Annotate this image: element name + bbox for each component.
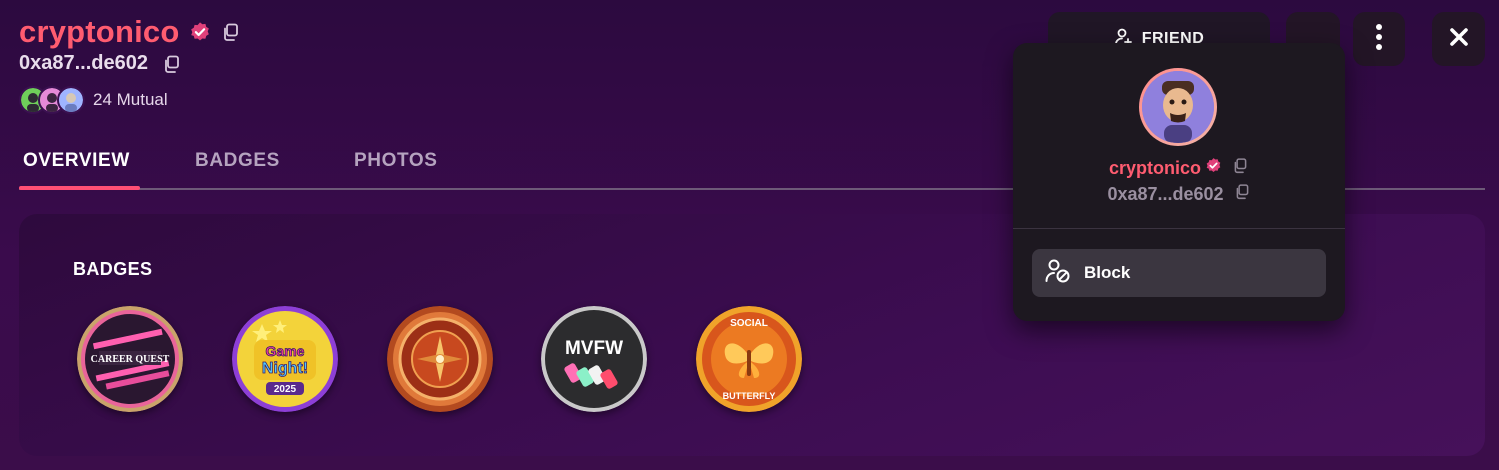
user-avatar-icon [1142, 71, 1214, 143]
mutual-avatar [57, 86, 85, 114]
mutual-friends[interactable]: 24 Mutual [19, 86, 168, 114]
popup-avatar [1139, 68, 1217, 146]
game-night-year: 2025 [274, 384, 297, 395]
block-user-label: Block [1084, 263, 1131, 282]
career-quest-badge-icon[interactable]: CAREER QUEST [77, 306, 183, 412]
tab-photos[interactable]: PHOTOS [354, 150, 438, 172]
profile-options-popup: cryptonico 0xa87...de602 Block [1013, 43, 1345, 321]
popup-divider [1013, 228, 1345, 229]
profile-username: cryptonico [19, 14, 180, 49]
block-user-icon [1044, 257, 1072, 290]
game-night-text-2: Night! [262, 360, 308, 377]
close-icon [1447, 25, 1471, 54]
mvfw-badge-icon[interactable]: MVFW [541, 306, 647, 412]
social-butterfly-badge-icon[interactable]: SOCIAL BUTTERFLY [696, 306, 802, 412]
profile-header: cryptonico [19, 14, 241, 50]
career-quest-text: CAREER QUEST [91, 354, 170, 365]
popup-address-row: 0xa87...de602 [1013, 183, 1345, 205]
verified-badge-icon [189, 21, 211, 43]
active-tab-indicator [19, 186, 140, 190]
game-night-badge-icon[interactable]: Game Night! 2025 [232, 306, 338, 412]
profile-address: 0xa87...de602 [19, 52, 148, 74]
profile-address-row: 0xa87...de602 [19, 52, 182, 75]
popup-username: cryptonico [1108, 157, 1201, 178]
social-butterfly-text-1: SOCIAL [730, 318, 768, 329]
compass-badge-icon[interactable] [387, 306, 493, 412]
copy-address-icon[interactable] [162, 54, 182, 74]
popup-address: 0xa87...de602 [1107, 183, 1224, 204]
more-options-button[interactable] [1353, 12, 1405, 66]
more-vertical-icon [1374, 22, 1384, 57]
mutual-count-label: 24 Mutual [93, 90, 168, 109]
popup-copy-address-icon[interactable] [1234, 183, 1251, 205]
mvfw-text: MVFW [565, 338, 623, 359]
popup-verified-icon [1205, 157, 1222, 179]
block-user-menu-item[interactable]: Block [1032, 249, 1326, 297]
social-butterfly-text-2: BUTTERFLY [723, 391, 776, 401]
tab-badges[interactable]: BADGES [195, 150, 280, 172]
mutual-avatars [19, 86, 85, 114]
popup-copy-username-icon[interactable] [1232, 157, 1249, 179]
tab-overview[interactable]: OVERVIEW [23, 150, 130, 172]
popup-name-row: cryptonico [1013, 157, 1345, 179]
game-night-text-1: Game [266, 343, 305, 359]
badges-section-title: BADGES [73, 259, 153, 279]
copy-username-icon[interactable] [221, 22, 241, 42]
close-button[interactable] [1432, 12, 1485, 66]
